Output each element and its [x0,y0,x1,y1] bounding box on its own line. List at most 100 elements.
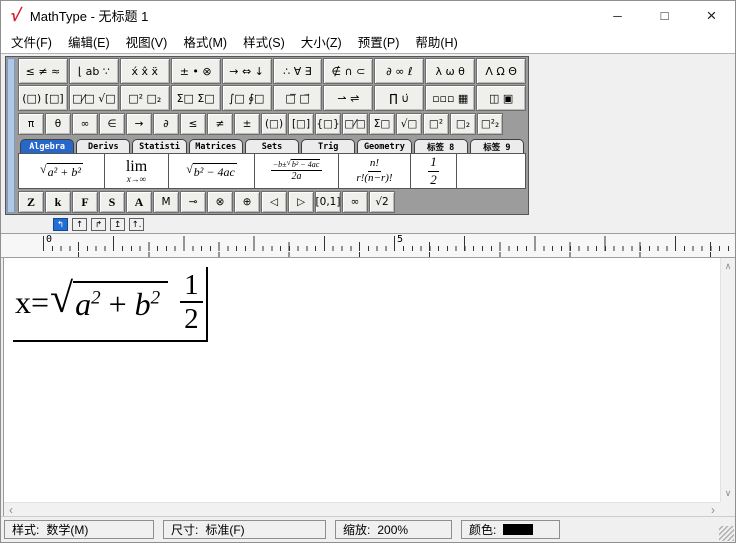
symbol-palette-button[interactable]: ± • ⊗ [170,58,221,84]
template-palette-button[interactable]: ∫□ ∮□ [221,85,272,111]
palette-tab[interactable]: 标签 8 [413,139,468,153]
user-symbol-button[interactable]: ▷ [288,191,314,213]
template-palette-button[interactable]: ▫▫▫ ▦ [425,85,476,111]
template-quadratic-formula[interactable]: −b± √ b² − 4ac 2a [255,154,339,188]
template-palette-button[interactable]: Σ□ Σ□ [170,85,221,111]
status-zoom-panel[interactable]: 缩放: 200% [335,520,452,539]
scroll-right-icon[interactable]: › [711,503,715,517]
user-symbol-button[interactable]: √2 [369,191,395,213]
small-symbol-button[interactable]: ≠ [207,113,233,135]
small-symbol-button[interactable]: Σ□ [369,113,395,135]
template-limit[interactable]: lim x→∞ [105,154,169,188]
user-symbol-button[interactable]: S [99,191,125,213]
symbol-palette-button[interactable]: λ ω θ [425,58,476,84]
user-symbol-button[interactable]: ⊕ [234,191,260,213]
palette-tab[interactable]: Derivs [76,139,131,153]
user-symbol-button[interactable]: k [45,191,71,213]
user-symbol-button[interactable]: F [72,191,98,213]
template-palette-button[interactable]: (□) [□] [18,85,68,111]
small-symbol-button[interactable]: θ [45,113,71,135]
resize-grip[interactable] [719,526,734,541]
ruler[interactable]: 0 5 [1,233,735,258]
user-symbol-button[interactable]: ∞ [342,191,368,213]
vertical-scrollbar[interactable]: ∧ ∨ [720,258,735,502]
symbol-palette-button[interactable]: Λ Ω Θ [476,58,527,84]
symbol-palette-button[interactable]: ≤ ≠ ≈ [18,58,68,84]
maximize-button[interactable]: □ [641,1,688,30]
status-style-panel[interactable]: 样式: 数学(M) [4,520,154,539]
menu-item[interactable]: 帮助(H) [407,30,465,53]
mathtype-window: √ MathType - 无标题 1 ─ □ × 文件(F) 编辑(E) 视图(V)… [0,0,736,543]
template-palette-button[interactable]: □² □₂ [119,85,170,111]
palette-tab[interactable]: 标签 9 [469,139,524,153]
symbol-palette-button[interactable]: → ⇔ ↓ [221,58,272,84]
equation-sqrt: √ a2 + b2 [50,279,169,323]
palette-tab[interactable]: Statisti [132,139,187,153]
scroll-down-icon[interactable]: ∨ [725,488,732,499]
equation[interactable]: x= √ a2 + b2 1 2 [13,267,208,342]
template-sqrt-discriminant[interactable]: √ b² − 4ac [169,154,255,188]
user-symbol-button[interactable]: A [126,191,152,213]
small-symbol-button[interactable]: □⁄□ [342,113,368,135]
small-symbol-button[interactable]: ∂ [153,113,179,135]
equation-canvas[interactable]: x= √ a2 + b2 1 2 ∧ ∨ ‹ › [3,258,735,516]
toolbar-drag-handle[interactable] [7,58,15,213]
small-symbol-button[interactable]: π [18,113,44,135]
status-size-panel[interactable]: 尺寸: 标准(F) [163,520,326,539]
tabstop-button[interactable]: ↱ [91,218,106,231]
user-symbol-button[interactable]: Z [18,191,44,213]
scroll-left-icon[interactable]: ‹ [9,503,13,517]
menu-item[interactable]: 样式(S) [235,30,293,53]
tabstop-button[interactable]: ↑. [129,218,144,231]
horizontal-scrollbar[interactable]: ‹ › [4,502,720,516]
template-palette-button[interactable]: □⁄□ √□ [68,85,119,111]
user-symbol-button[interactable]: M [153,191,179,213]
tabstop-button[interactable]: ↰ [53,218,68,231]
palette-tab[interactable]: Matrices [188,139,243,153]
user-symbol-button[interactable]: ⊗ [207,191,233,213]
scroll-up-icon[interactable]: ∧ [725,261,732,272]
tabstop-button[interactable]: ↥ [110,218,125,231]
menu-item[interactable]: 文件(F) [3,30,60,53]
palette-tab[interactable]: Sets [244,139,300,153]
tabstop-button[interactable]: ↑ [72,218,87,231]
template-combination[interactable]: n! r!(n−r)! [339,154,411,188]
symbol-palette-button[interactable]: ∂ ∞ ℓ [374,58,425,84]
menu-item[interactable]: 视图(V) [118,30,176,53]
small-symbol-button[interactable]: □² [423,113,449,135]
symbol-palette-button[interactable]: ⌊ ab ∵ [68,58,119,84]
symbol-palette-button[interactable]: ∴ ∀ ∃ [272,58,323,84]
template-palette-button[interactable]: ⇀ ⇌ [323,85,374,111]
menu-item[interactable]: 编辑(E) [60,30,118,53]
user-symbol-button[interactable]: ◁ [261,191,287,213]
small-symbol-button[interactable]: ± [234,113,260,135]
small-symbol-button[interactable]: {□} [315,113,341,135]
template-one-half[interactable]: 12 [411,154,457,188]
palette-tab[interactable]: Algebra [20,139,75,153]
palette-tab[interactable]: Trig [301,139,356,153]
small-symbol-button[interactable]: [□] [288,113,314,135]
symbol-palette-button[interactable]: x́ x̂ ẍ [119,58,170,84]
small-symbol-button[interactable]: □₂ [450,113,476,135]
template-sqrt-a2-plus-b2[interactable]: √ a² + b² [19,154,105,188]
small-symbol-button[interactable]: → [126,113,152,135]
template-palette-button[interactable]: □̅ □⃗ [272,85,323,111]
symbol-palette-button[interactable]: ∉ ∩ ⊂ [323,58,374,84]
palette-tab[interactable]: Geometry [357,139,412,153]
user-symbol-button[interactable]: ⊸ [180,191,206,213]
template-palette-button[interactable]: ∏̇ ∪̇ [374,85,425,111]
small-symbol-button[interactable]: ∈ [99,113,125,135]
small-symbol-button[interactable]: √□ [396,113,422,135]
menu-item[interactable]: 预置(P) [350,30,408,53]
menu-item[interactable]: 大小(Z) [293,30,350,53]
small-symbol-button[interactable]: ∞ [72,113,98,135]
small-symbol-button[interactable]: (□) [261,113,287,135]
menu-item[interactable]: 格式(M) [175,30,235,53]
close-button[interactable]: × [688,1,735,30]
minimize-button[interactable]: ─ [594,1,641,30]
small-symbol-button[interactable]: □²₂ [477,113,503,135]
user-symbol-button[interactable]: [0,1] [315,191,341,213]
small-symbol-button[interactable]: ≤ [180,113,206,135]
template-palette-button[interactable]: ◫ ▣ [476,85,527,111]
status-color-panel[interactable]: 颜色: [461,520,560,539]
